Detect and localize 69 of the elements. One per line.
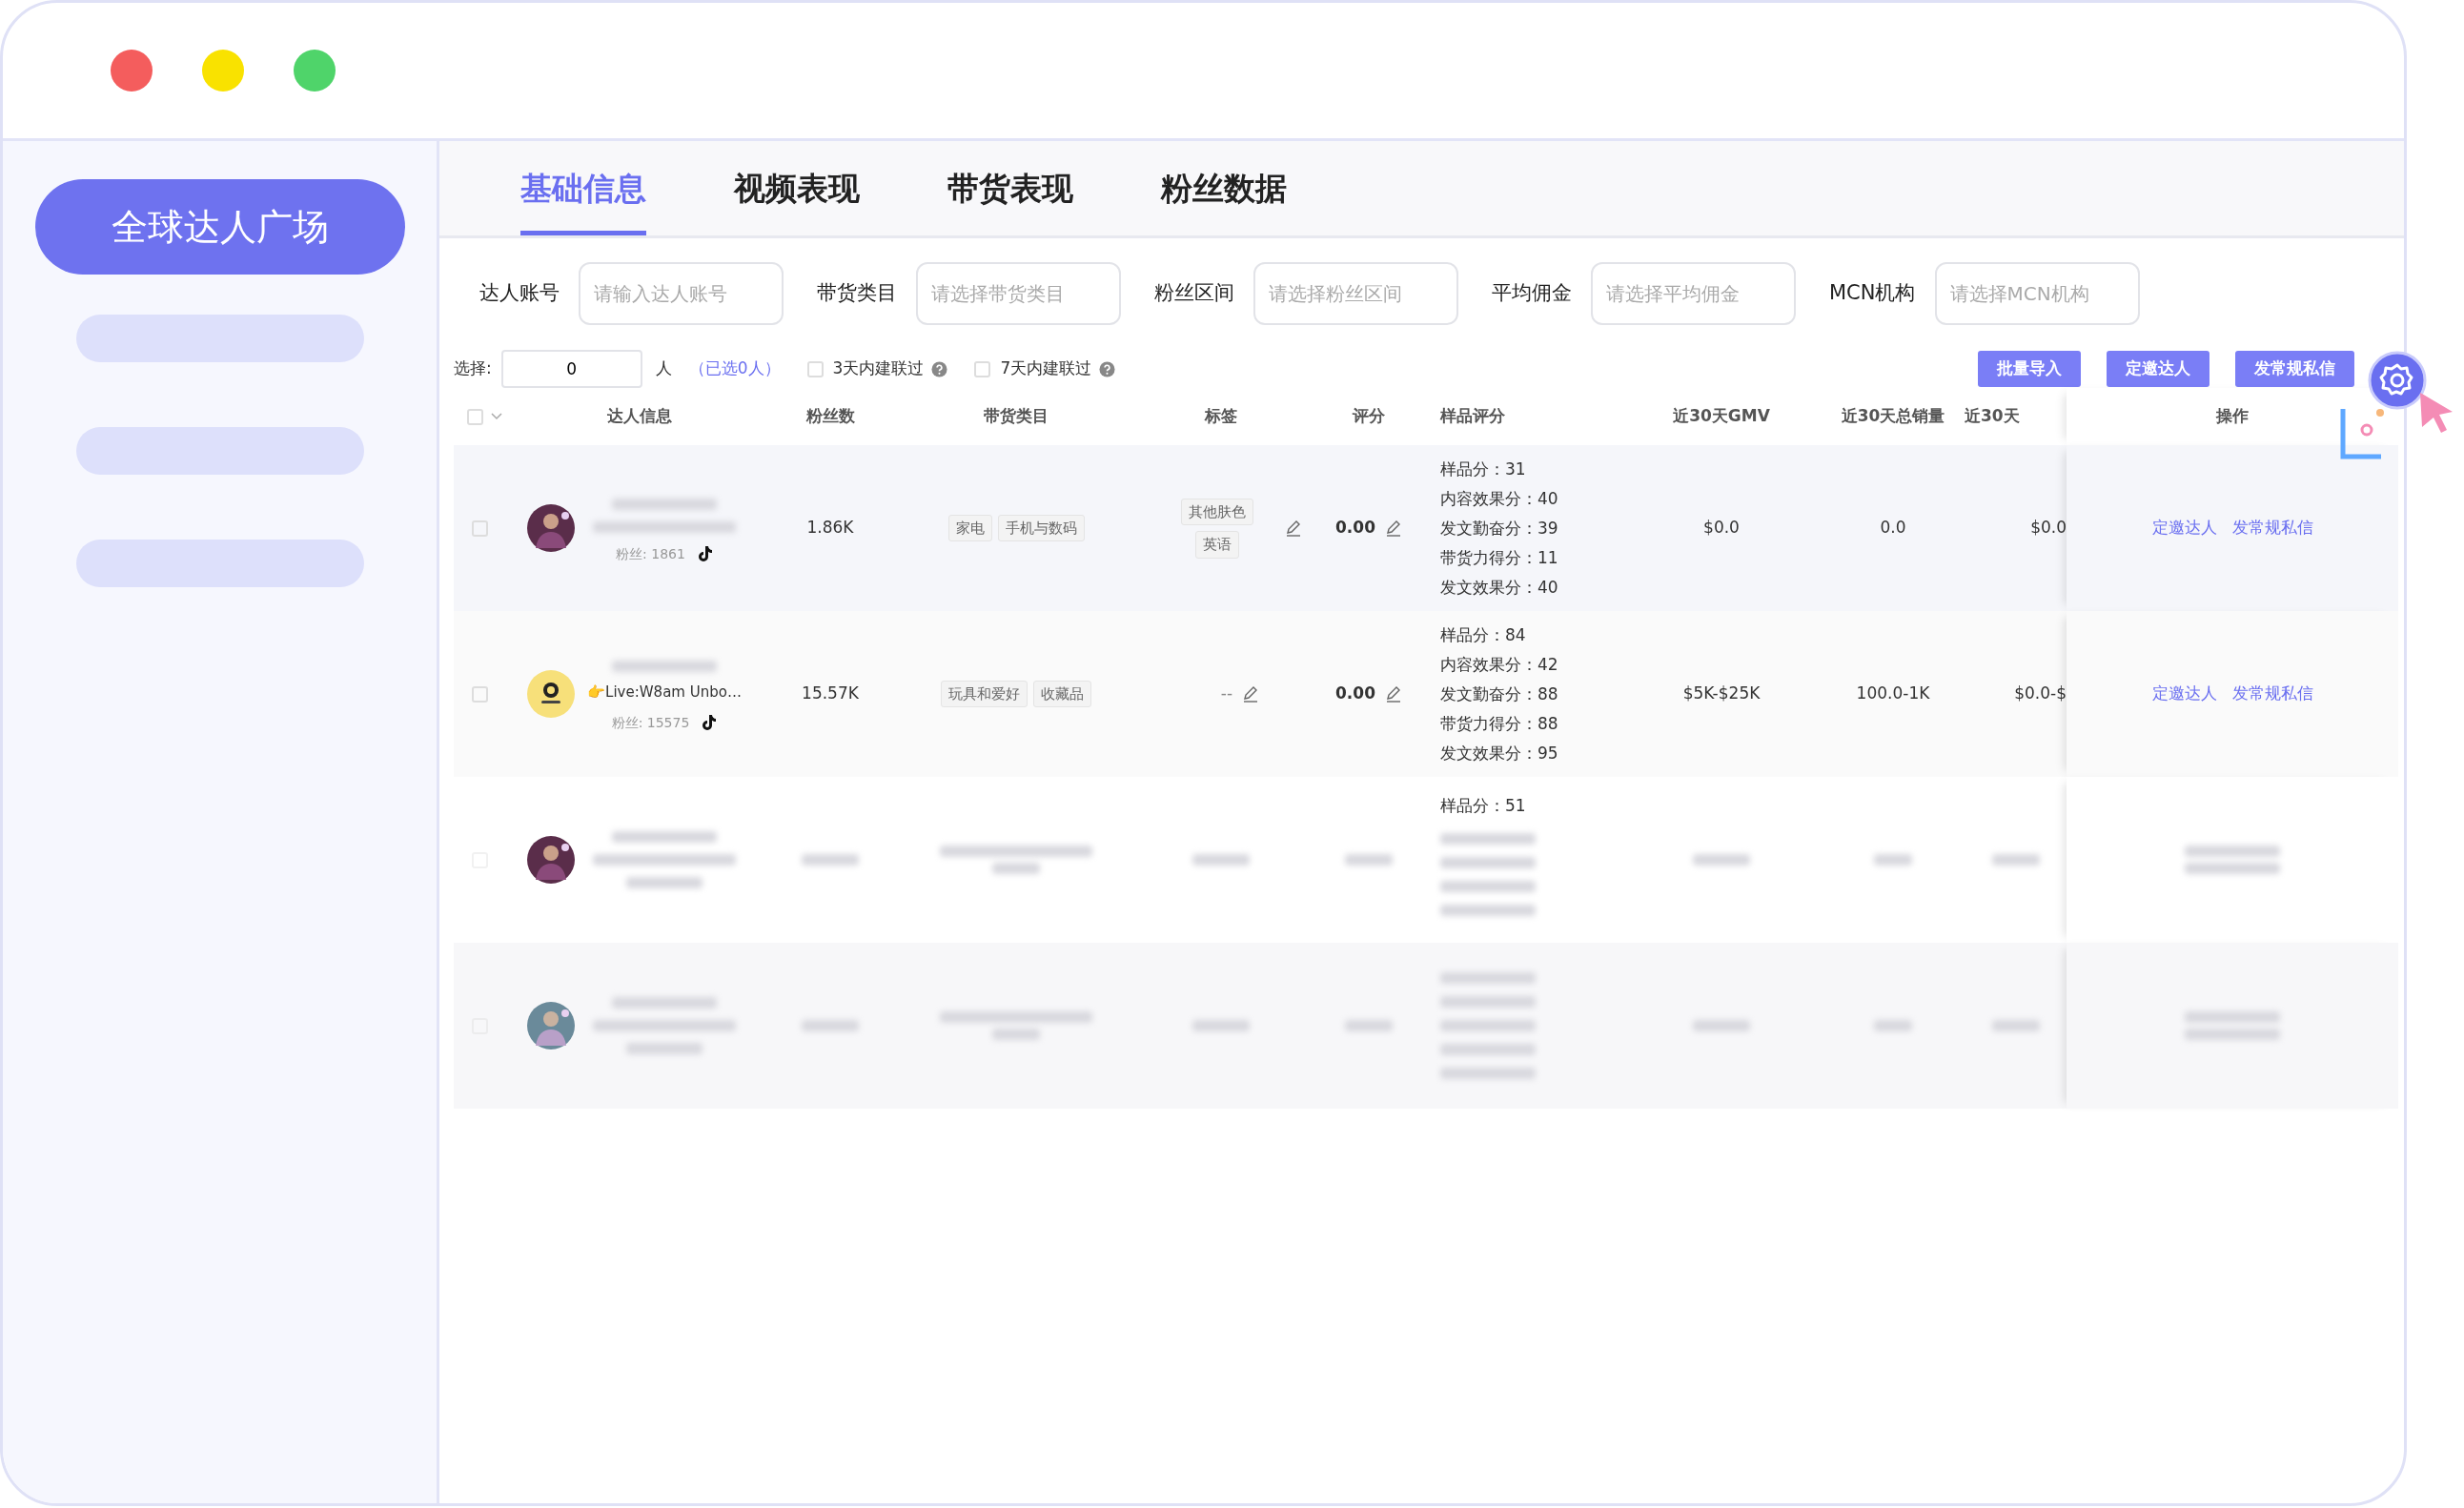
- filter-label: 达人账号: [479, 280, 560, 307]
- column-header: 带货类目: [984, 405, 1049, 428]
- sample-score: 样品分：84: [1440, 623, 1526, 646]
- column-header: 近30天GMV: [1673, 405, 1770, 428]
- column-header: 近30天总销量: [1841, 405, 1945, 428]
- category-tag: 手机与数码: [997, 514, 1085, 542]
- filter-label: MCN机构: [1829, 280, 1916, 307]
- action-link[interactable]: 发常规私信: [2231, 516, 2313, 540]
- filter-label: 带货类目: [817, 280, 897, 307]
- tab[interactable]: 基础信息: [520, 164, 646, 235]
- sample-score: 样品分：51: [1440, 795, 1526, 817]
- sales-value: 0.0: [1880, 517, 1906, 540]
- action-link[interactable]: 定邀达人: [2151, 516, 2217, 540]
- tab[interactable]: 视频表现: [734, 164, 860, 235]
- empty-label: --: [1220, 683, 1233, 705]
- follower-count: 1.86K: [806, 517, 854, 540]
- filter-label: 平均佣金: [1492, 280, 1572, 307]
- column-header: 达人信息: [607, 405, 672, 428]
- sales-value: 100.0-1K: [1856, 683, 1930, 705]
- tab[interactable]: 粉丝数据: [1161, 164, 1287, 235]
- gmv-value: $5K-$25K: [1682, 683, 1761, 705]
- checkbox-label: 3天内建联过: [832, 357, 925, 380]
- category-tag: 家电: [947, 514, 992, 542]
- sample-score: 发文勤奋分：39: [1440, 517, 1558, 540]
- sample-score: 发文效果分：95: [1440, 742, 1558, 764]
- sample-score: 发文勤奋分：88: [1440, 683, 1558, 705]
- creator-bio: 👉Live:W8am Unbo…: [587, 683, 742, 703]
- rating-value: 0.00: [1335, 683, 1375, 705]
- column-header: 评分: [1353, 405, 1385, 428]
- action-button[interactable]: 定邀达人: [2107, 351, 2209, 387]
- unit-label: 人: [655, 357, 672, 380]
- fans-count: 粉丝: 1861: [616, 544, 685, 563]
- action-link[interactable]: 定邀达人: [2151, 682, 2217, 706]
- label-tag: 英语: [1195, 531, 1239, 559]
- sidebar-title-button[interactable]: 全球达人广场: [34, 179, 405, 275]
- input-field[interactable]: 请选择平均佣金: [1591, 262, 1796, 325]
- column-header: 操作: [2216, 405, 2249, 428]
- sample-score: 内容效果分：42: [1440, 653, 1558, 676]
- column-header: 样品评分: [1440, 405, 1505, 428]
- sample-score: 内容效果分：40: [1440, 487, 1558, 510]
- rating-value: 0.00: [1335, 517, 1375, 540]
- input-field[interactable]: 请选择MCN机构: [1934, 262, 2140, 325]
- sample-score: 样品分：31: [1440, 458, 1526, 480]
- table-cell-text: $0.0: [2030, 517, 2067, 540]
- input-field[interactable]: 请输入达人账号: [579, 262, 784, 325]
- selection-label: 选择:: [454, 357, 492, 380]
- input-field[interactable]: 请选择带货类目: [916, 262, 1121, 325]
- sample-score: 带货力得分：11: [1440, 546, 1558, 569]
- sample-score: 带货力得分：88: [1440, 712, 1558, 735]
- column-header: 近30天: [1965, 405, 2020, 428]
- checkbox-label: 7天内建联过: [1000, 357, 1092, 380]
- action-button[interactable]: 发常规私信: [2235, 351, 2354, 387]
- action-link[interactable]: 发常规私信: [2231, 682, 2313, 706]
- tab[interactable]: 带货表现: [947, 164, 1073, 235]
- count-field[interactable]: 0: [500, 350, 642, 388]
- sample-score: 发文效果分：40: [1440, 576, 1558, 599]
- category-tag: 收藏品: [1033, 680, 1091, 708]
- category-tag: 玩具和爱好: [941, 680, 1028, 708]
- input-field[interactable]: 请选择粉丝区间: [1253, 262, 1458, 325]
- fans-count: 粉丝: 15575: [611, 713, 690, 732]
- gmv-value: $0.0: [1703, 517, 1740, 540]
- label-tag: 其他肤色: [1181, 498, 1253, 525]
- filter-label: 粉丝区间: [1154, 280, 1234, 307]
- selected-count: （已选0人）: [688, 357, 781, 380]
- follower-count: 15.57K: [802, 683, 859, 705]
- table-cell-text: $0.0-$: [2014, 683, 2067, 705]
- action-button[interactable]: 批量导入: [1978, 351, 2081, 387]
- column-header: 标签: [1205, 405, 1237, 428]
- column-header: 粉丝数: [805, 405, 855, 428]
